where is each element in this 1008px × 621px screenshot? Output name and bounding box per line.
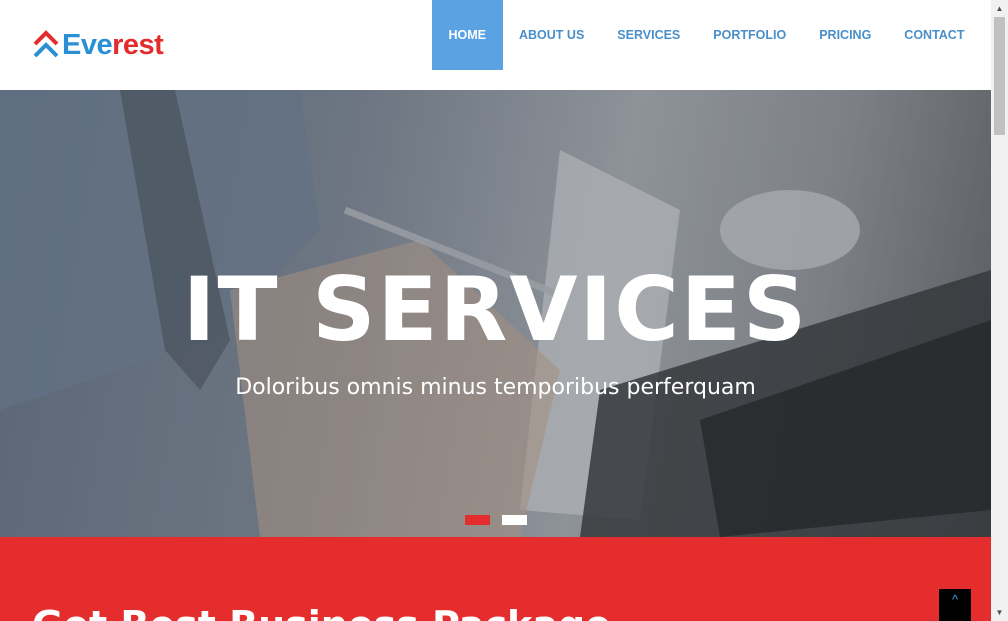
logo[interactable]: Everest — [33, 28, 164, 62]
hero-subtitle: Doloribus omnis minus temporibus perferq… — [235, 375, 756, 400]
nav-item-home[interactable]: HOME — [432, 0, 503, 70]
cta-section: Get Best Business Package — [0, 537, 991, 621]
chevron-up-icon: ^ — [951, 592, 959, 607]
slider-dot-2[interactable] — [502, 515, 527, 525]
slider-dot-1[interactable] — [465, 515, 490, 525]
main-nav: HOME ABOUT US SERVICES PORTFOLIO PRICING… — [432, 0, 981, 70]
hero-slider: IT SERVICES Doloribus omnis minus tempor… — [0, 90, 991, 537]
hero-title: IT SERVICES — [182, 258, 809, 361]
back-to-top-button[interactable]: ^ — [939, 589, 971, 621]
site-header: Everest HOME ABOUT US SERVICES PORTFOLIO… — [0, 0, 991, 90]
logo-text: Everest — [62, 28, 164, 61]
nav-item-services[interactable]: SERVICES — [601, 0, 697, 70]
logo-chevron-icon — [33, 30, 59, 60]
nav-item-about-us[interactable]: ABOUT US — [503, 0, 601, 70]
nav-item-portfolio[interactable]: PORTFOLIO — [697, 0, 803, 70]
scroll-down-arrow-icon[interactable]: ▼ — [991, 604, 1008, 621]
logo-text-part1: Eve — [62, 28, 113, 61]
slider-pagination — [465, 515, 527, 525]
nav-item-pricing[interactable]: PRICING — [803, 0, 888, 70]
section-heading: Get Best Business Package — [32, 603, 611, 621]
scroll-up-arrow-icon[interactable]: ▲ — [991, 0, 1008, 17]
nav-item-contact[interactable]: CONTACT — [888, 0, 981, 70]
page: Everest HOME ABOUT US SERVICES PORTFOLIO… — [0, 0, 991, 621]
logo-text-part2: rest — [112, 28, 164, 61]
scroll-thumb[interactable] — [994, 17, 1005, 135]
vertical-scrollbar[interactable]: ▲ ▼ — [991, 0, 1008, 621]
